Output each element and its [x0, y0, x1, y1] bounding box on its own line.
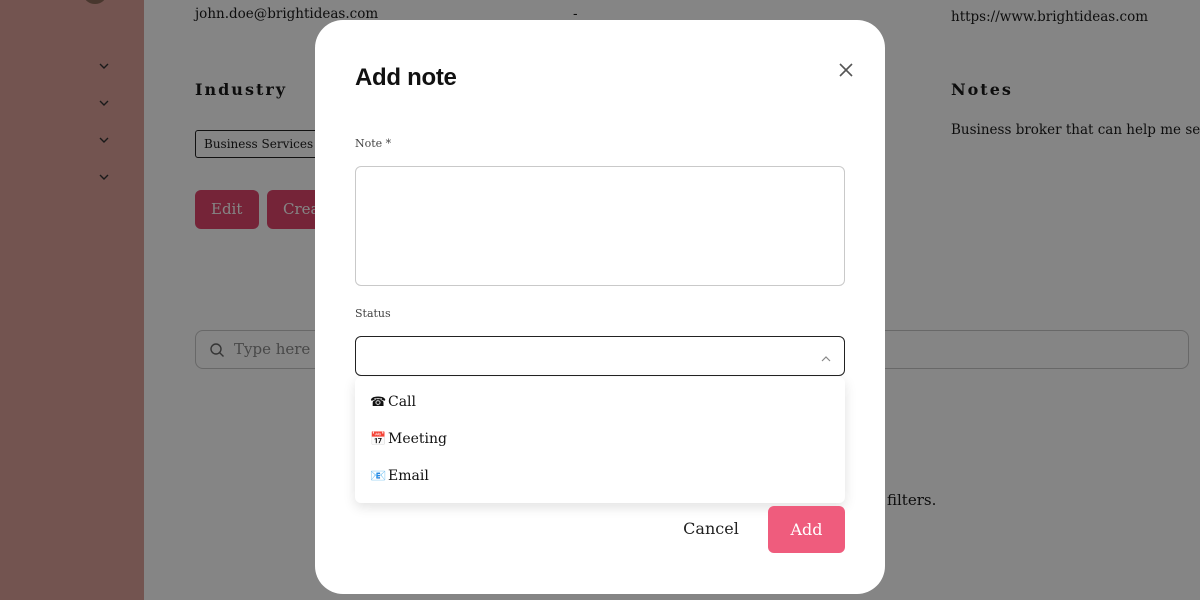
status-option-email[interactable]: 📧 Email	[370, 465, 429, 487]
calendar-icon: 📅	[370, 431, 387, 447]
note-textarea[interactable]	[355, 166, 845, 286]
option-label: Call	[388, 394, 417, 410]
status-label: Status	[355, 307, 391, 320]
option-label: Email	[388, 468, 429, 484]
note-label: Note *	[355, 137, 392, 150]
envelope-icon: 📧	[370, 468, 387, 484]
status-select[interactable]	[355, 336, 845, 376]
close-icon[interactable]	[836, 60, 856, 80]
status-option-call[interactable]: ☎ Call	[370, 391, 416, 413]
add-note-dialog: Add note Note * Status ☎ Call 📅 Meeting …	[315, 20, 885, 594]
status-dropdown-menu: ☎ Call 📅 Meeting 📧 Email	[355, 377, 845, 503]
add-button[interactable]: Add	[768, 506, 845, 553]
cancel-button[interactable]: Cancel	[675, 514, 747, 544]
status-option-meeting[interactable]: 📅 Meeting	[370, 428, 447, 450]
chevron-up-icon	[820, 350, 832, 362]
option-label: Meeting	[388, 431, 447, 447]
telephone-icon: ☎	[370, 394, 387, 410]
dialog-title: Add note	[355, 64, 457, 91]
